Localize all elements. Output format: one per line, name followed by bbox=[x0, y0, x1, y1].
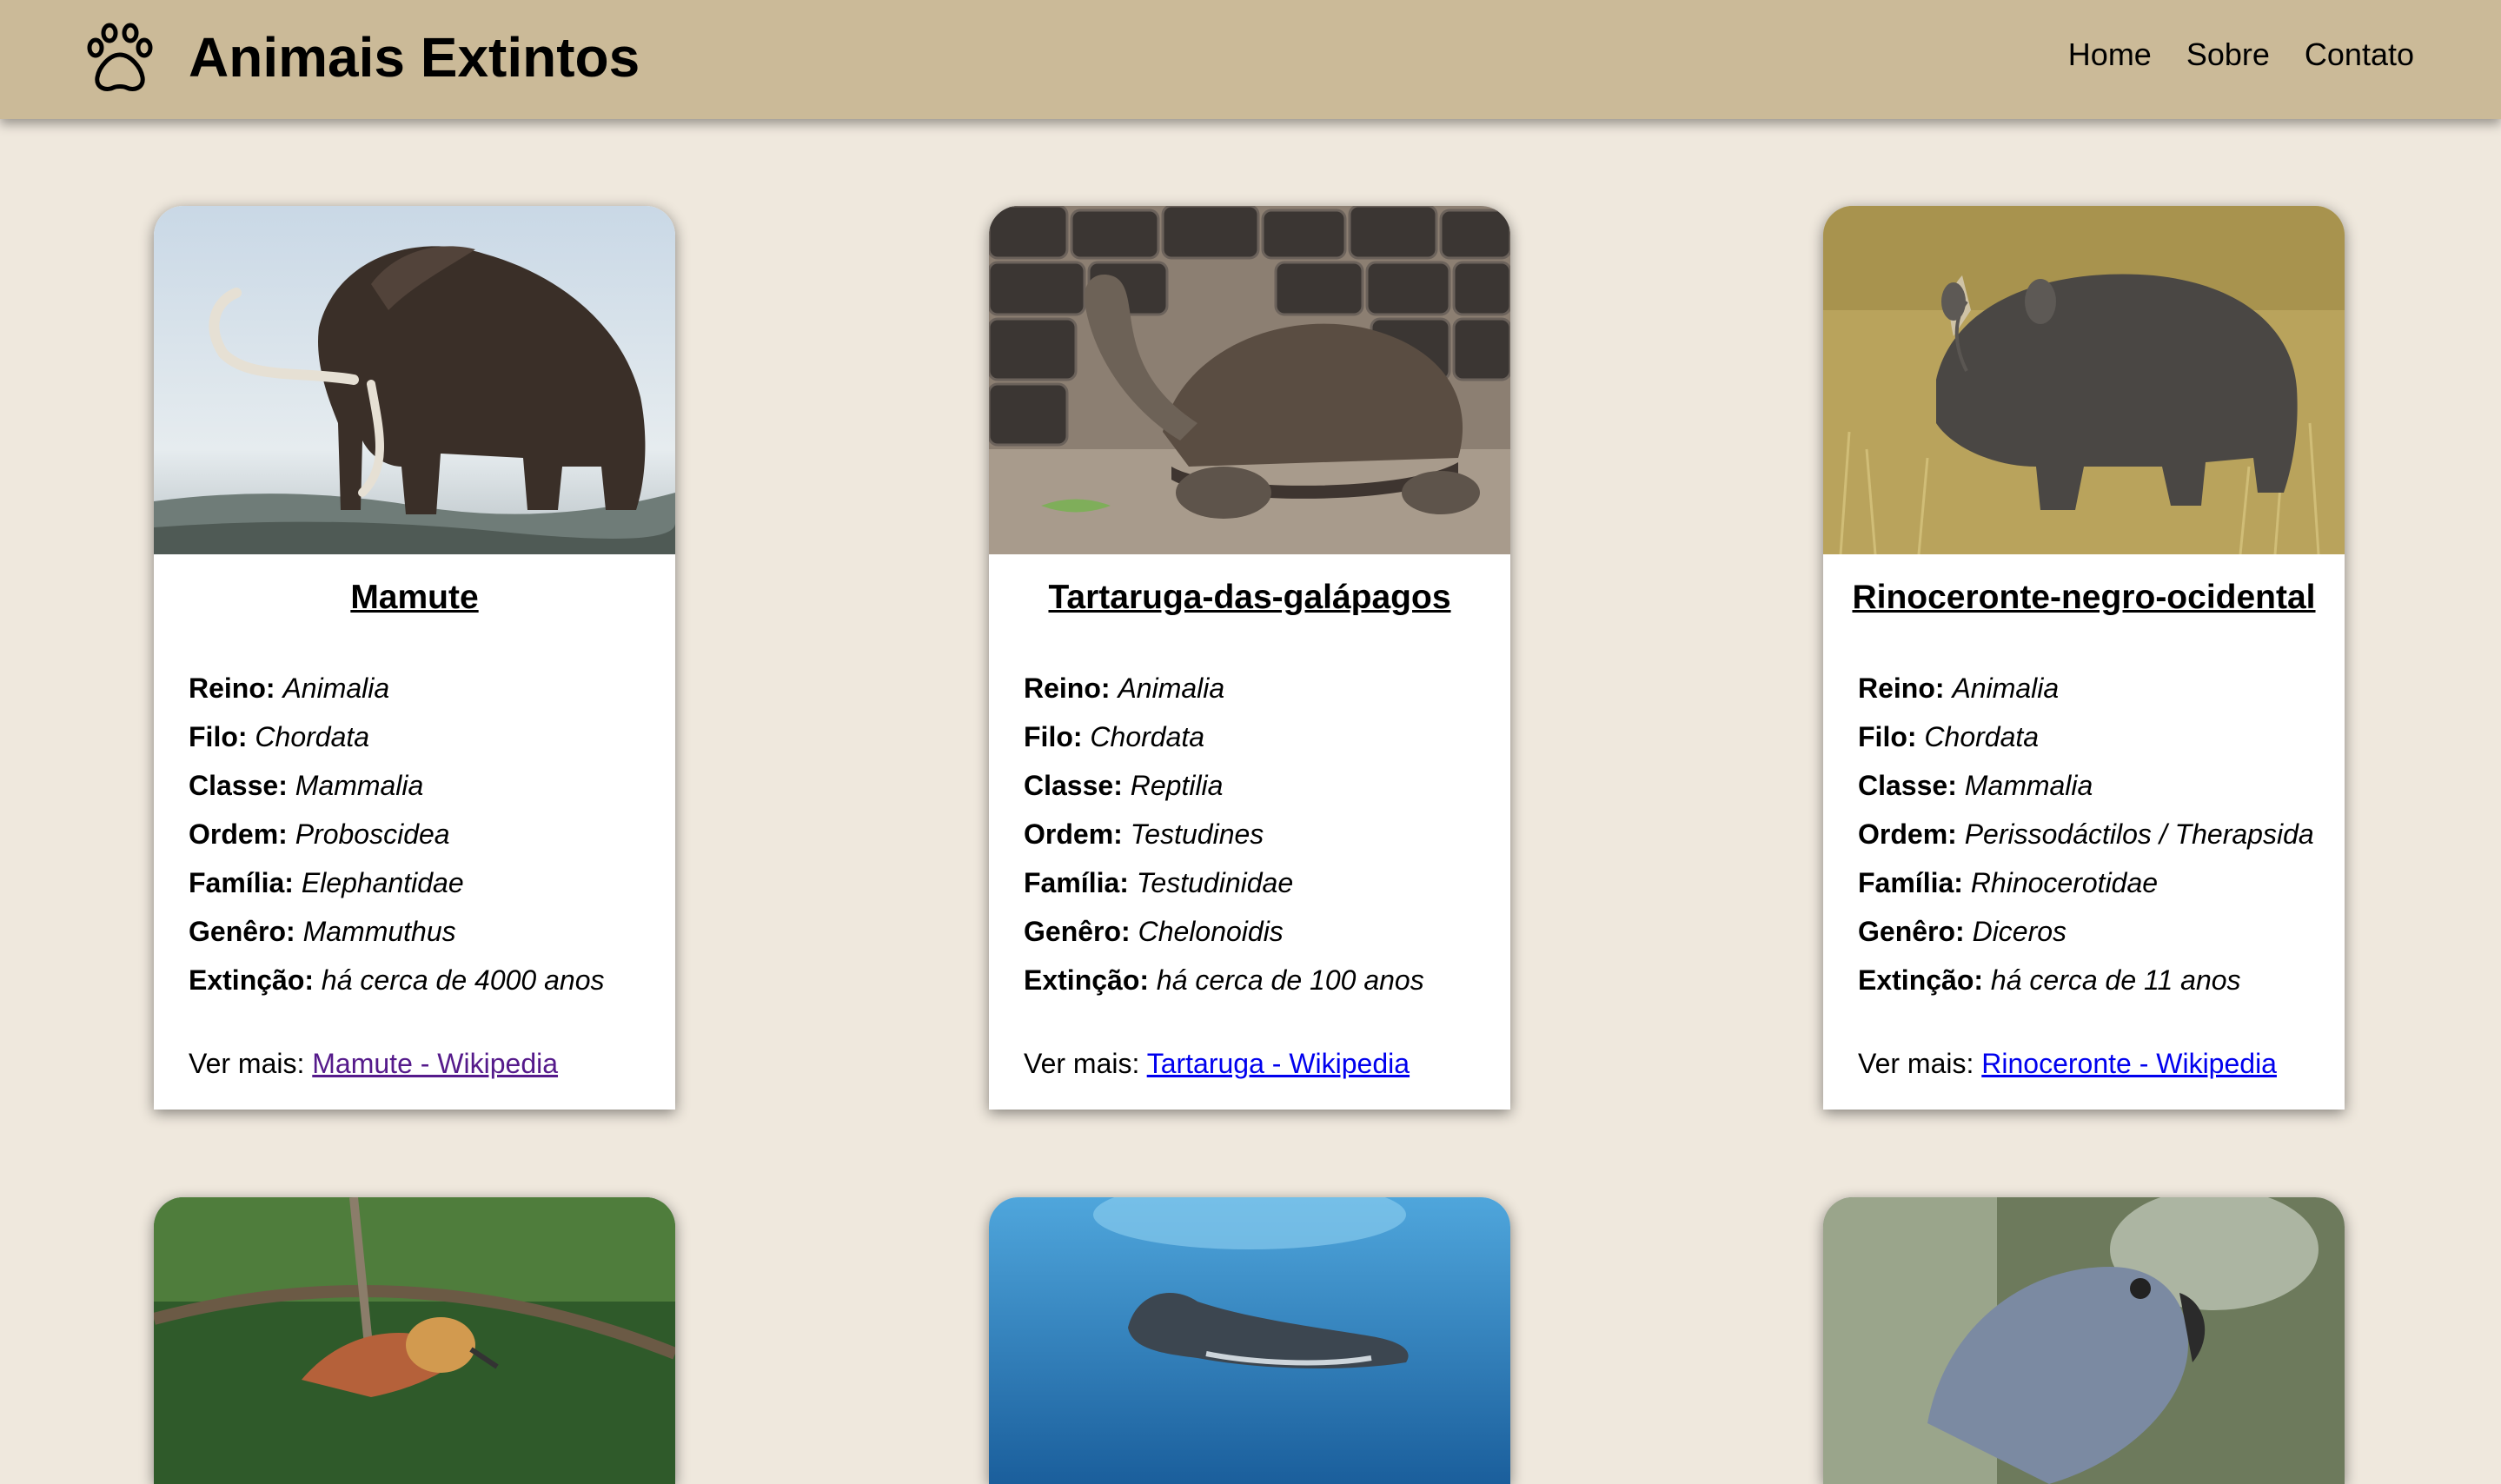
row-genero: Genêro: Diceros bbox=[1858, 907, 2345, 956]
value-reino: Animalia bbox=[282, 672, 390, 704]
nav-home[interactable]: Home bbox=[2068, 33, 2152, 76]
row-extincao: Extinção: há cerca de 11 anos bbox=[1858, 956, 2345, 1004]
grey-parrot-photo bbox=[1823, 1197, 2345, 1484]
row-classe: Classe: Reptilia bbox=[1024, 761, 1510, 810]
label-familia: Família: bbox=[1024, 867, 1129, 898]
wikipedia-link[interactable]: Tartaruga - Wikipedia bbox=[1147, 1048, 1410, 1079]
value-ordem: Testudines bbox=[1130, 818, 1264, 850]
row-extincao: Extinção: há cerca de 100 anos bbox=[1024, 956, 1510, 1004]
row-classe: Classe: Mammalia bbox=[1858, 761, 2345, 810]
animal-card-parrot bbox=[1823, 1197, 2345, 1484]
taxonomy-list: Reino: Animalia Filo: Chordata Classe: M… bbox=[1858, 664, 2345, 1004]
row-extincao: Extinção: há cerca de 4000 anos bbox=[189, 956, 675, 1004]
label-extincao: Extinção: bbox=[1024, 964, 1150, 996]
label-familia: Família: bbox=[189, 867, 294, 898]
value-familia: Rhinocerotidae bbox=[1970, 867, 2159, 898]
main-nav: Home Sobre Contato bbox=[2068, 33, 2414, 76]
value-ordem: Proboscidea bbox=[295, 818, 450, 850]
label-familia: Família: bbox=[1858, 867, 1963, 898]
value-extincao: há cerca de 4000 anos bbox=[321, 964, 605, 996]
label-filo: Filo: bbox=[1024, 721, 1083, 752]
taxonomy-list: Reino: Animalia Filo: Chordata Classe: M… bbox=[189, 664, 675, 1004]
value-reino: Animalia bbox=[1118, 672, 1225, 704]
label-extincao: Extinção: bbox=[1858, 964, 1984, 996]
label-extincao: Extinção: bbox=[189, 964, 315, 996]
see-more-label: Ver mais: bbox=[1858, 1048, 1974, 1079]
value-filo: Chordata bbox=[1924, 721, 2040, 752]
animal-card-bird bbox=[154, 1197, 675, 1484]
label-filo: Filo: bbox=[1858, 721, 1917, 752]
label-ordem: Ordem: bbox=[1024, 818, 1123, 850]
see-more: Ver mais: Mamute - Wikipedia bbox=[189, 1039, 675, 1088]
see-more-label: Ver mais: bbox=[1024, 1048, 1140, 1079]
value-extincao: há cerca de 11 anos bbox=[1990, 964, 2241, 996]
value-familia: Elephantidae bbox=[301, 867, 464, 898]
value-classe: Mammalia bbox=[1964, 770, 2093, 801]
row-filo: Filo: Chordata bbox=[1024, 712, 1510, 761]
label-reino: Reino: bbox=[189, 672, 275, 704]
label-reino: Reino: bbox=[1858, 672, 1945, 704]
label-classe: Classe: bbox=[1024, 770, 1123, 801]
label-genero: Genêro: bbox=[189, 916, 295, 947]
monk-seal-photo bbox=[989, 1197, 1510, 1484]
row-reino: Reino: Animalia bbox=[1024, 664, 1510, 712]
row-familia: Família: Elephantidae bbox=[189, 858, 675, 907]
value-filo: Chordata bbox=[255, 721, 370, 752]
label-classe: Classe: bbox=[189, 770, 288, 801]
row-ordem: Ordem: Perissodáctilos / Therapsida bbox=[1858, 810, 2345, 858]
animal-name-link[interactable]: Rinoceronte-negro-ocidental bbox=[1823, 575, 2345, 620]
woolly-mammoth-photo bbox=[154, 206, 675, 554]
row-ordem: Ordem: Testudines bbox=[1024, 810, 1510, 858]
label-ordem: Ordem: bbox=[1858, 818, 1957, 850]
nav-sobre[interactable]: Sobre bbox=[2186, 33, 2270, 76]
see-more: Ver mais: Rinoceronte - Wikipedia bbox=[1858, 1039, 2345, 1088]
value-classe: Mammalia bbox=[295, 770, 424, 801]
label-classe: Classe: bbox=[1858, 770, 1957, 801]
label-genero: Genêro: bbox=[1858, 916, 1965, 947]
galapagos-tortoise-photo bbox=[989, 206, 1510, 554]
row-reino: Reino: Animalia bbox=[189, 664, 675, 712]
wikipedia-link[interactable]: Mamute - Wikipedia bbox=[312, 1048, 558, 1079]
animal-name-link[interactable]: Tartaruga-das-galápagos bbox=[989, 575, 1510, 620]
value-genero: Mammuthus bbox=[302, 916, 456, 947]
site-title: Animais Extintos bbox=[189, 26, 640, 89]
label-filo: Filo: bbox=[189, 721, 248, 752]
value-extincao: há cerca de 100 anos bbox=[1156, 964, 1424, 996]
row-ordem: Ordem: Proboscidea bbox=[189, 810, 675, 858]
bird-photo bbox=[154, 1197, 675, 1484]
label-reino: Reino: bbox=[1024, 672, 1111, 704]
black-rhino-photo bbox=[1823, 206, 2345, 554]
animal-card-seal bbox=[989, 1197, 1510, 1484]
see-more: Ver mais: Tartaruga - Wikipedia bbox=[1024, 1039, 1510, 1088]
animal-card-mamute: Mamute Reino: Animalia Filo: Chordata Cl… bbox=[154, 206, 675, 1110]
site-header: Animais Extintos Home Sobre Contato bbox=[0, 0, 2501, 119]
value-filo: Chordata bbox=[1090, 721, 1205, 752]
animal-name-link[interactable]: Mamute bbox=[154, 575, 675, 620]
label-ordem: Ordem: bbox=[189, 818, 288, 850]
value-genero: Diceros bbox=[1972, 916, 2067, 947]
animal-card-rinoceronte: Rinoceronte-negro-ocidental Reino: Anima… bbox=[1823, 206, 2345, 1110]
row-filo: Filo: Chordata bbox=[189, 712, 675, 761]
row-filo: Filo: Chordata bbox=[1858, 712, 2345, 761]
paw-icon[interactable] bbox=[85, 22, 155, 95]
value-classe: Reptilia bbox=[1130, 770, 1224, 801]
see-more-label: Ver mais: bbox=[189, 1048, 305, 1079]
wikipedia-link[interactable]: Rinoceronte - Wikipedia bbox=[1981, 1048, 2277, 1079]
value-genero: Chelonoidis bbox=[1138, 916, 1284, 947]
row-genero: Genêro: Mammuthus bbox=[189, 907, 675, 956]
value-ordem: Perissodáctilos / Therapsida bbox=[1964, 818, 2314, 850]
label-genero: Genêro: bbox=[1024, 916, 1131, 947]
value-familia: Testudinidae bbox=[1136, 867, 1294, 898]
nav-contato[interactable]: Contato bbox=[2305, 33, 2414, 76]
taxonomy-list: Reino: Animalia Filo: Chordata Classe: R… bbox=[1024, 664, 1510, 1004]
value-reino: Animalia bbox=[1952, 672, 2060, 704]
row-genero: Genêro: Chelonoidis bbox=[1024, 907, 1510, 956]
row-reino: Reino: Animalia bbox=[1858, 664, 2345, 712]
row-familia: Família: Testudinidae bbox=[1024, 858, 1510, 907]
row-classe: Classe: Mammalia bbox=[189, 761, 675, 810]
animal-card-tartaruga: Tartaruga-das-galápagos Reino: Animalia … bbox=[989, 206, 1510, 1110]
row-familia: Família: Rhinocerotidae bbox=[1858, 858, 2345, 907]
